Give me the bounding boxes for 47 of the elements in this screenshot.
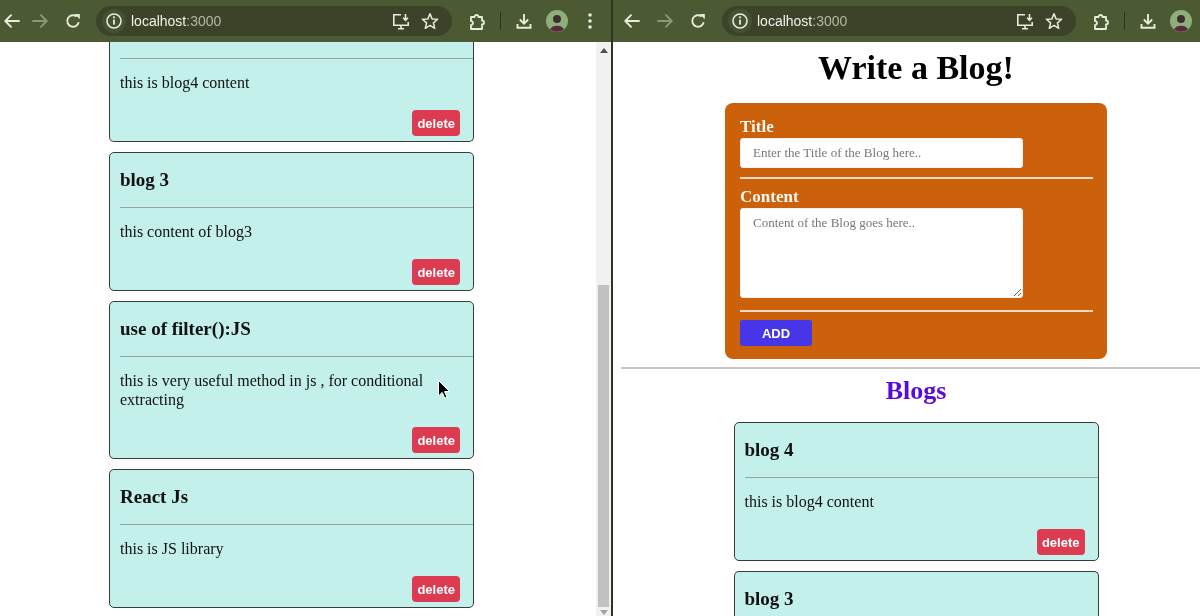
blog-content: this content of blog3 [120, 222, 252, 241]
blog-title: blog 4 [744, 439, 794, 461]
mouse-cursor-icon [438, 380, 450, 399]
blog-title: blog 3 [744, 588, 794, 610]
avatar-icon[interactable] [1170, 10, 1192, 32]
blog-content: this is blog4 content [744, 492, 874, 511]
blog-content: this is JS library [120, 539, 224, 558]
reload-icon[interactable] [690, 13, 706, 29]
add-button[interactable]: ADD [740, 320, 812, 346]
scrollbar-thumb[interactable] [598, 285, 609, 607]
info-icon[interactable] [102, 9, 126, 33]
scroll-up-icon[interactable] [599, 48, 608, 53]
puzzle-piece-icon[interactable] [1093, 12, 1109, 30]
puzzle-piece-icon[interactable] [469, 12, 485, 30]
blog-content: this is blog4 content [120, 73, 250, 92]
scrollbar-track[interactable] [596, 42, 611, 616]
back-icon[interactable] [4, 14, 20, 28]
blog-title: React Js [120, 486, 189, 508]
avatar-icon[interactable] [546, 10, 568, 32]
menu-icon[interactable] [588, 13, 592, 29]
download-icon[interactable] [1140, 13, 1156, 29]
star-icon[interactable] [1045, 12, 1063, 30]
forward-icon[interactable] [32, 14, 48, 28]
back-icon[interactable] [624, 14, 640, 28]
forward-icon[interactable] [657, 14, 673, 28]
monitor-download-icon[interactable] [1016, 12, 1034, 30]
field-label: Content [740, 187, 799, 207]
address-bar[interactable]: localhost:3000 [722, 6, 1076, 36]
download-icon[interactable] [516, 13, 532, 29]
reload-icon[interactable] [65, 13, 81, 29]
blog-title: blog 3 [120, 169, 170, 191]
field-label: Title [740, 117, 774, 137]
address-bar[interactable]: localhost:3000 [96, 6, 452, 36]
delete-button[interactable]: delete [412, 576, 460, 602]
blog-content: this is very useful method in js , for conditional extracting [120, 371, 425, 409]
blog-title: use of filter():JS [120, 318, 251, 340]
info-icon[interactable] [728, 9, 752, 33]
section-heading: Blogs [885, 376, 947, 406]
star-icon[interactable] [421, 12, 439, 30]
text-input-field[interactable]: Enter the Title of the Blog here.. [740, 138, 1023, 168]
delete-button[interactable]: delete [412, 259, 460, 285]
delete-button[interactable]: delete [412, 427, 460, 453]
page-heading: Write a Blog! [818, 50, 1014, 86]
monitor-download-icon[interactable] [392, 12, 410, 30]
delete-button[interactable]: delete [1036, 529, 1085, 555]
delete-button[interactable]: delete [412, 110, 460, 136]
text-area-field[interactable]: Content of the Blog goes here.. [740, 208, 1023, 298]
